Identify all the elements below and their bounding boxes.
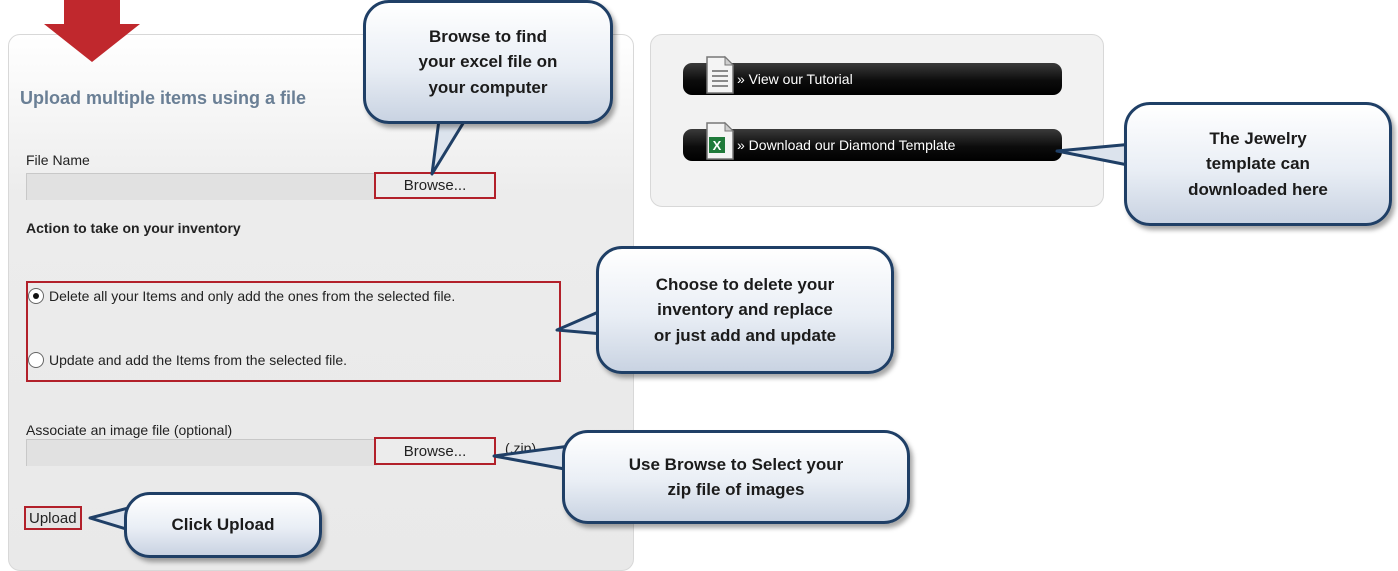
action-label: Action to take on your inventory: [26, 220, 241, 236]
arrow-down-icon: [44, 0, 140, 62]
option-update-label: Update and add the Items from the select…: [49, 352, 348, 368]
radio-checked-icon[interactable]: [28, 288, 44, 304]
excel-file-icon: X: [706, 121, 735, 160]
radio-unchecked-icon[interactable]: [28, 352, 44, 368]
option-delete-label: Delete all your Items and only add the o…: [49, 288, 456, 304]
view-tutorial-button[interactable]: » View our Tutorial: [683, 55, 1062, 95]
upload-button[interactable]: Upload: [24, 506, 82, 530]
browse-button[interactable]: Browse...: [374, 172, 496, 199]
tutorial-label: » View our Tutorial: [737, 71, 853, 87]
page-title: Upload multiple items using a file: [20, 88, 307, 108]
image-file-label: Associate an image file (optional): [26, 422, 233, 438]
image-browse-button[interactable]: Browse...: [374, 437, 496, 465]
callout-browse: Browse to find your excel file on your c…: [363, 0, 613, 124]
document-icon: [706, 55, 735, 94]
callout-choose: Choose to delete your inventory and repl…: [596, 246, 894, 374]
file-name-label: File Name: [26, 152, 90, 168]
option-delete-and-add[interactable]: Delete all your Items and only add the o…: [28, 288, 455, 304]
download-template-button[interactable]: X » Download our Diamond Template: [683, 121, 1062, 161]
image-file-field[interactable]: [26, 439, 377, 466]
callout-upload: Click Upload: [124, 492, 322, 558]
option-update-and-add[interactable]: Update and add the Items from the select…: [28, 352, 347, 368]
callout-zip: Use Browse to Select your zip file of im…: [562, 430, 910, 524]
callout-tail: [1055, 142, 1135, 168]
callout-template: The Jewelry template can downloaded here: [1124, 102, 1392, 226]
svg-text:X: X: [713, 138, 722, 153]
callout-tail: [492, 444, 572, 472]
file-name-field[interactable]: [26, 173, 377, 200]
template-label: » Download our Diamond Template: [737, 137, 956, 153]
